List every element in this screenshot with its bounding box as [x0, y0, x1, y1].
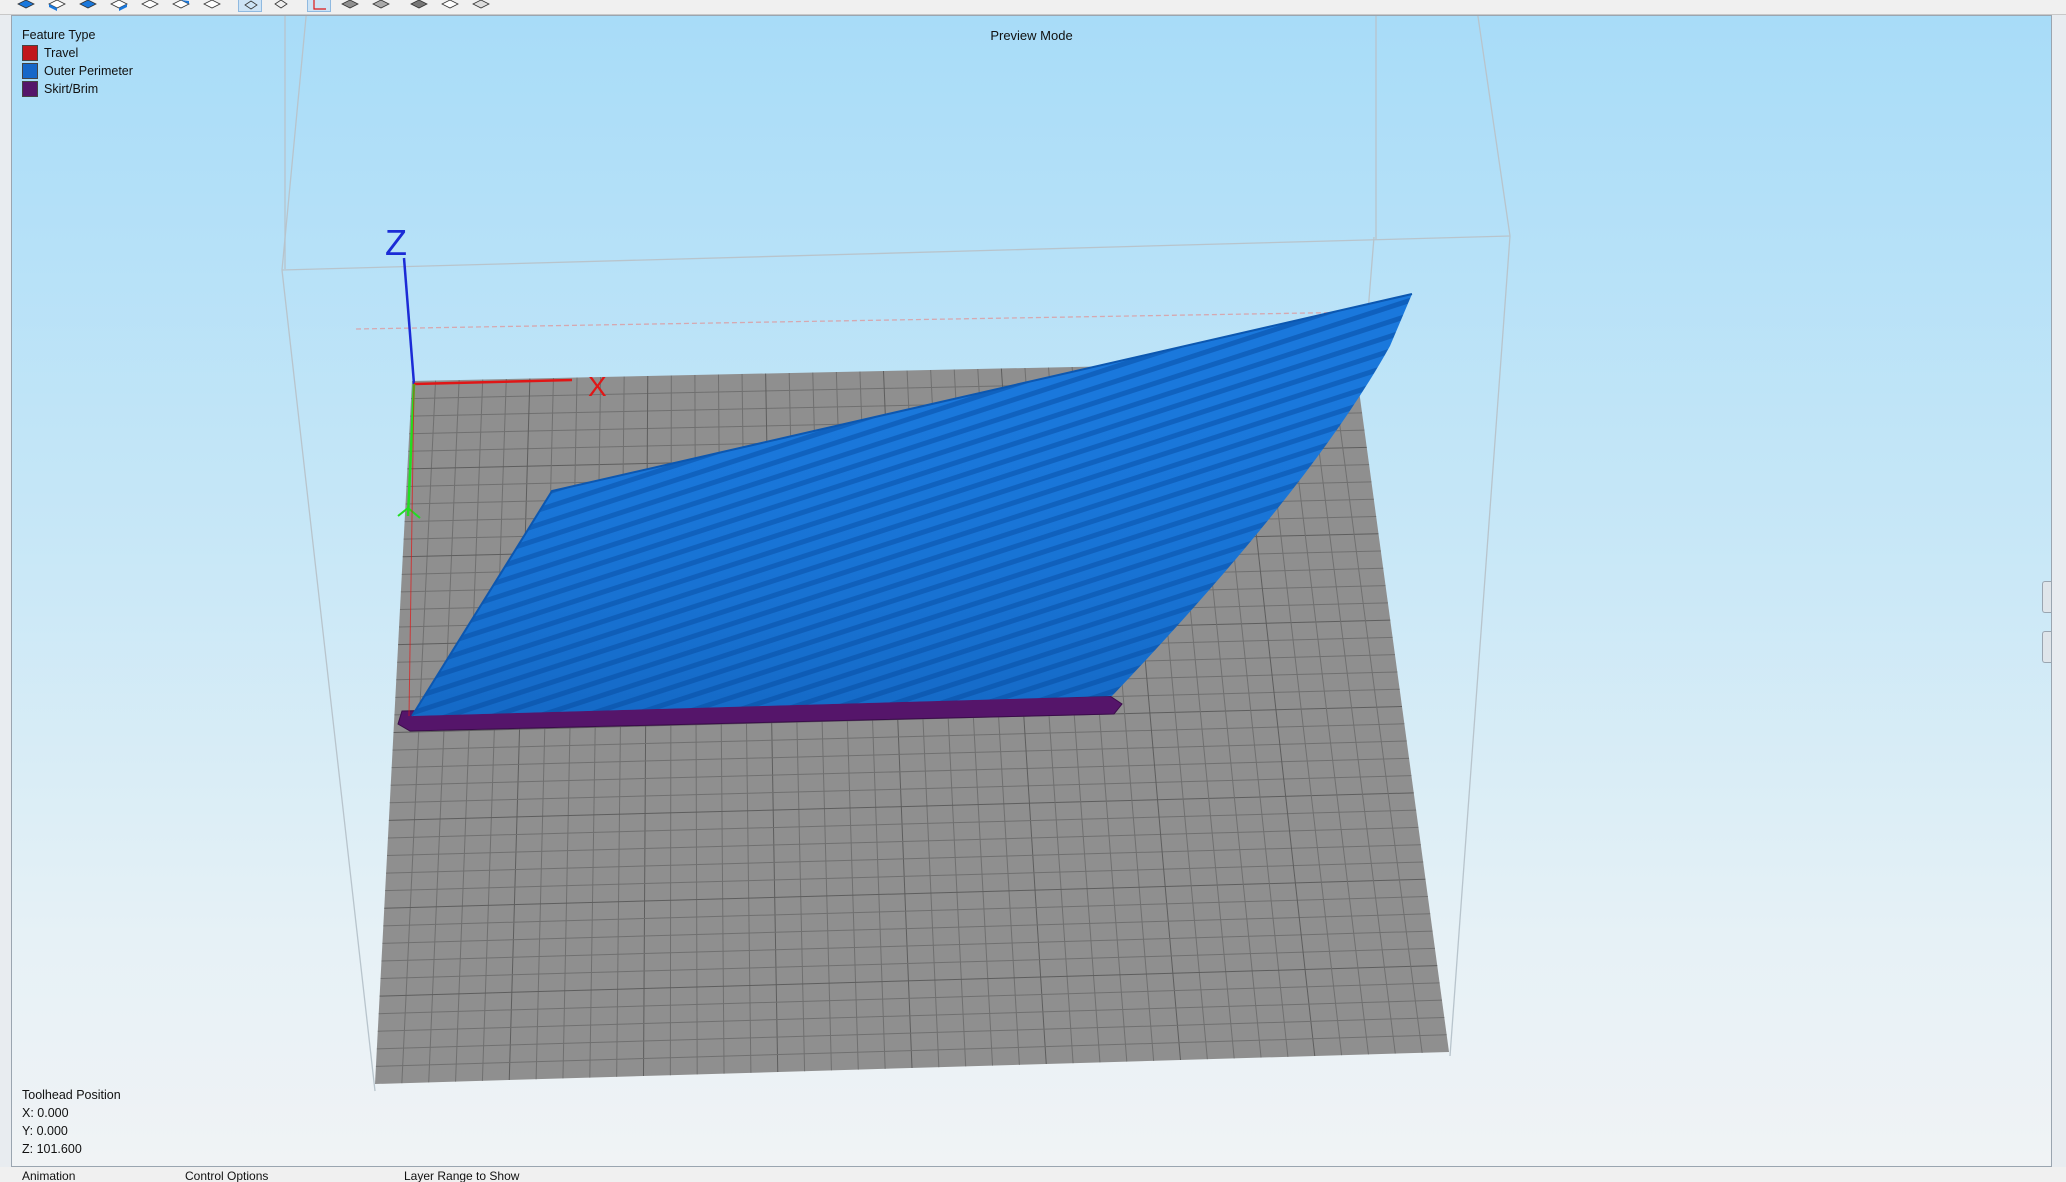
bottom-panel-tabs: Animation Control Options Layer Range to…	[0, 1167, 2066, 1182]
scene-canvas[interactable]: Z X	[12, 16, 2051, 1166]
view-back-icon[interactable]	[169, 0, 193, 12]
z-axis-label: Z	[385, 222, 407, 263]
tab-layer-range[interactable]: Layer Range to Show	[404, 1169, 519, 1182]
z-axis	[402, 257, 416, 385]
wireframe-icon[interactable]	[438, 0, 462, 12]
build-volume-edge	[1477, 16, 1511, 237]
build-volume-edge	[281, 16, 307, 271]
legend-item-outer-perimeter: Outer Perimeter	[22, 62, 133, 80]
legend-item-label: Skirt/Brim	[44, 82, 99, 96]
preview-mode-title: Preview Mode	[990, 28, 1073, 43]
skirt-brim-swatch	[22, 81, 38, 97]
view-front-icon[interactable]	[45, 0, 69, 12]
travel-swatch	[22, 45, 38, 61]
toolhead-position: Toolhead Position X: 0.000 Y: 0.000 Z: 1…	[22, 1086, 121, 1158]
panel-collapse-handle[interactable]	[2042, 581, 2051, 613]
legend-item-label: Outer Perimeter	[44, 64, 133, 78]
legend-item-skirt-brim: Skirt/Brim	[22, 80, 133, 98]
toolhead-y: Y: 0.000	[22, 1124, 68, 1138]
show-model-icon[interactable]	[407, 0, 431, 12]
view-toolbar	[0, 0, 2066, 15]
show-axes-icon[interactable]	[307, 0, 331, 12]
legend-item-label: Travel	[44, 46, 79, 60]
view-top-icon[interactable]	[76, 0, 100, 12]
x-axis-label: X	[588, 371, 607, 402]
build-volume-edge	[355, 311, 1369, 330]
build-volume-edge	[281, 235, 1511, 271]
tab-control-options[interactable]: Control Options	[185, 1169, 268, 1182]
show-bed-icon[interactable]	[338, 0, 362, 12]
perspective-icon[interactable]	[238, 0, 262, 12]
build-volume-edge	[281, 269, 376, 1092]
build-volume-edge	[1449, 235, 1511, 1057]
transparent-icon[interactable]	[469, 0, 493, 12]
3d-viewport[interactable]: Z X Preview Mode Feature Type Travel Out…	[11, 15, 2052, 1167]
view-left-icon[interactable]	[107, 0, 131, 12]
view-bottom-icon[interactable]	[200, 0, 224, 12]
toolhead-title: Toolhead Position	[22, 1088, 121, 1102]
panel-collapse-handle[interactable]	[2042, 631, 2051, 663]
toolhead-x: X: 0.000	[22, 1106, 69, 1120]
show-shadow-icon[interactable]	[369, 0, 393, 12]
view-right-icon[interactable]	[138, 0, 162, 12]
build-volume-edge	[1367, 236, 1375, 313]
view-iso-icon[interactable]	[14, 0, 38, 12]
legend-item-travel: Travel	[22, 44, 133, 62]
toolhead-z: Z: 101.600	[22, 1142, 82, 1156]
legend-title: Feature Type	[22, 28, 96, 42]
tab-animation[interactable]: Animation	[22, 1169, 75, 1182]
orthographic-icon[interactable]	[269, 0, 293, 12]
outer-perimeter-swatch	[22, 63, 38, 79]
feature-type-legend: Feature Type Travel Outer Perimeter Skir…	[22, 28, 133, 98]
